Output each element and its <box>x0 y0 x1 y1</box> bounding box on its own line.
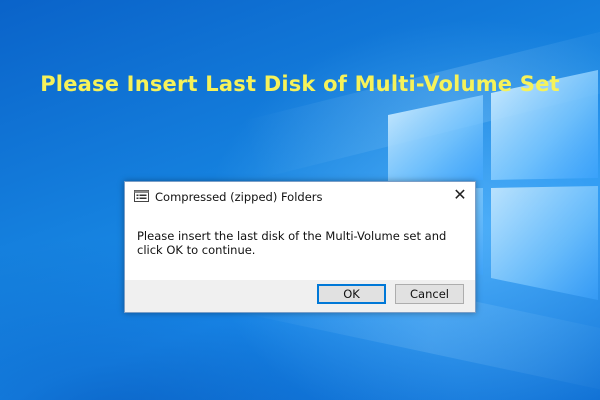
dialog-button-bar: OK Cancel <box>125 280 475 312</box>
window-list-icon <box>134 190 149 202</box>
close-icon: ✕ <box>453 185 467 204</box>
dialog-titlebar[interactable]: Compressed (zipped) Folders ✕ <box>125 182 475 212</box>
compressed-folders-dialog: Compressed (zipped) Folders ✕ Please ins… <box>124 181 476 313</box>
dialog-message: Please insert the last disk of the Multi… <box>137 229 447 257</box>
cancel-button[interactable]: Cancel <box>395 284 464 304</box>
close-button[interactable]: ✕ <box>445 182 475 210</box>
headline-text: Please Insert Last Disk of Multi-Volume … <box>40 72 560 96</box>
dialog-title: Compressed (zipped) Folders <box>155 190 323 204</box>
ok-button[interactable]: OK <box>317 284 386 304</box>
